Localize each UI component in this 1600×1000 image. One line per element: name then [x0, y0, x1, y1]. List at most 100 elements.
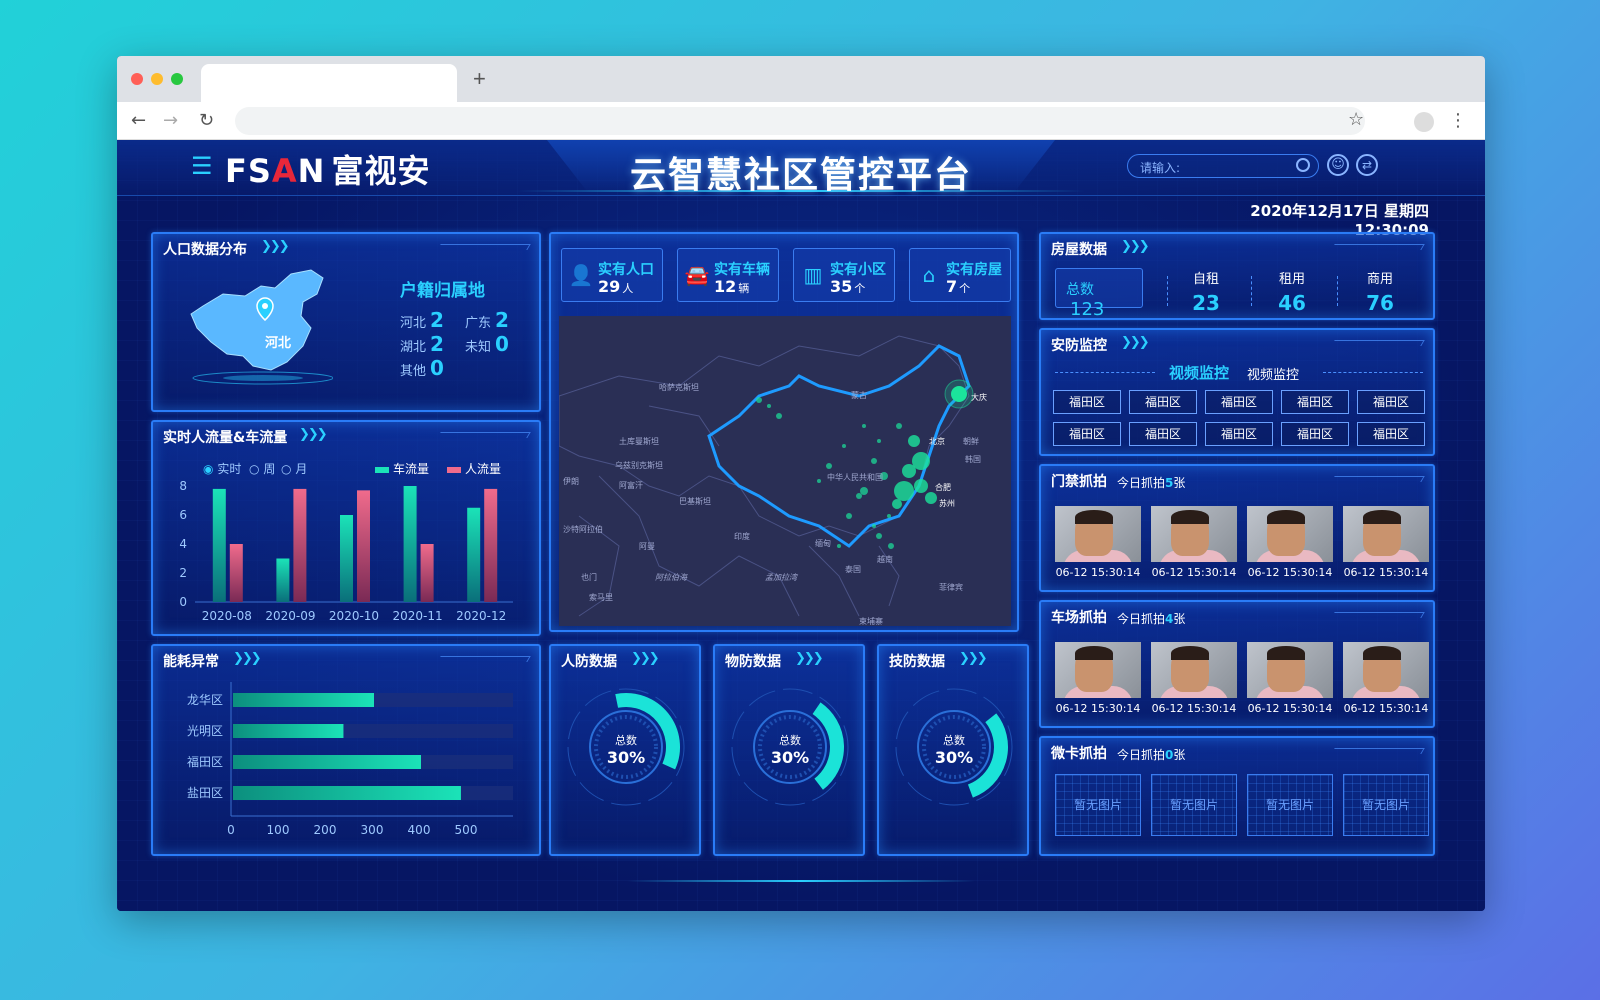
logo-cn-name: 富视安	[331, 152, 431, 190]
stat-number: 29	[598, 277, 621, 296]
map-region-label: 河北	[265, 336, 292, 351]
asia-map[interactable]: 哈萨克斯坦 蒙古 大庆 中华人民共和国 土库曼斯坦 伊朗 阿富汗 巴基斯坦 印度…	[559, 316, 1011, 626]
radio-month[interactable]: ○ 月	[281, 460, 307, 477]
flow-bar-chart: 0 2 4 6 8 2020-08 2020-09 2020-10 2020-11 2020-12	[179, 479, 513, 623]
y-tick-label: 8	[179, 479, 187, 493]
region-button[interactable]: 福田区	[1281, 422, 1349, 446]
gauge-panel: 技防数据 ❯❯❯ 总数 30%	[877, 644, 1029, 856]
huji-label: 未知	[465, 340, 492, 355]
back-arrow-icon[interactable]: ←	[131, 110, 146, 131]
gauge: 总数 30%	[561, 682, 691, 812]
user-icon[interactable]: ☺	[1327, 154, 1349, 176]
new-tab-button[interactable]: +	[473, 66, 486, 92]
chevrons-icon: ❯❯❯	[233, 651, 262, 666]
dashboard: ☰ FSAN 富视安 云智慧社区管控平台 请输入: ☺ ⇄ 2020年12月17日…	[117, 140, 1485, 911]
china-map-icon[interactable]	[183, 266, 333, 386]
capture-photo[interactable]	[1343, 642, 1429, 698]
capture-time: 06-12 15:30:14	[1343, 566, 1429, 579]
radio-realtime[interactable]: ◉ 实时	[203, 460, 241, 477]
browser-tab[interactable]	[201, 64, 457, 102]
y-tick-label: 0	[179, 595, 187, 609]
region-button[interactable]: 福田区	[1205, 422, 1273, 446]
menu-list-icon[interactable]: ☰	[191, 152, 213, 180]
house-panel: 房屋数据 ❯❯❯ 总数123 自租 23 租用 46 商用 76	[1039, 232, 1435, 320]
region-button[interactable]: 福田区	[1357, 390, 1425, 414]
region-button[interactable]: 福田区	[1129, 422, 1197, 446]
logo-text-n: N	[297, 152, 326, 190]
stat-unit: 个	[854, 282, 866, 295]
stat-houses[interactable]: ⌂ 实有房屋 7个	[909, 248, 1011, 302]
house-col: 租用 46	[1257, 268, 1327, 315]
stat-label: 实有车辆	[714, 262, 770, 278]
close-window-button[interactable]	[131, 73, 143, 85]
stat-population[interactable]: 👤 实有人口 29 人	[561, 248, 663, 302]
footer-glow-line	[627, 880, 975, 882]
maximize-window-button[interactable]	[171, 73, 183, 85]
stat-unit: 辆	[738, 282, 750, 295]
region-button[interactable]: 福田区	[1129, 390, 1197, 414]
house-col-label: 商用	[1366, 272, 1393, 287]
capture-photo[interactable]	[1055, 642, 1141, 698]
capture-count-suffix: 张	[1173, 476, 1186, 490]
corner-deco	[1331, 244, 1425, 250]
x-tick-label: 100	[267, 823, 290, 837]
search-input[interactable]: 请输入:	[1127, 154, 1319, 178]
huji-label: 广东	[465, 316, 492, 331]
address-bar[interactable]	[235, 107, 1365, 135]
capture-photo[interactable]	[1055, 506, 1141, 562]
house-col-value: 46	[1278, 291, 1306, 315]
radio-label: 周	[263, 462, 276, 476]
y-tick-label: 福田区	[187, 754, 223, 769]
region-button[interactable]: 福田区	[1357, 422, 1425, 446]
population-panel: 人口数据分布 ❯❯❯ 河北 户籍归属地 河北 2 广东 2 湖北 2 未知 0 其他 0	[151, 232, 541, 412]
flow-panel: 实时人流量&车流量 ❯❯❯ ◉ 实时 ○ 周 ○ 月 车流量 人流量 0 2 4 6 8…	[151, 420, 541, 636]
capture-photo[interactable]	[1247, 506, 1333, 562]
gauge-label: 总数	[779, 734, 801, 747]
stat-value: 12 辆	[714, 277, 749, 296]
radio-unchecked-icon: ○	[249, 462, 260, 476]
stat-vehicles[interactable]: 🚘 实有车辆 12 辆	[677, 248, 779, 302]
y-tick-label: 龙华区	[187, 693, 223, 707]
map-label: 北京	[929, 437, 945, 446]
gauge: 总数 30%	[889, 682, 1019, 812]
reload-icon[interactable]: ↻	[199, 110, 214, 131]
region-button[interactable]: 福田区	[1205, 390, 1273, 414]
stat-value: 35 个	[830, 277, 865, 296]
panel-title: 车场抓拍	[1051, 610, 1107, 626]
map-label: 泰国	[845, 565, 861, 574]
search-placeholder: 请输入:	[1140, 161, 1181, 175]
huji-label: 湖北	[400, 340, 427, 355]
stat-communities[interactable]: ▥ 实有小区 35 个	[793, 248, 895, 302]
region-button[interactable]: 福田区	[1053, 422, 1121, 446]
map-label: 中华人民共和国	[827, 473, 883, 482]
y-tick-label: 光明区	[187, 724, 223, 738]
capture-photo[interactable]	[1247, 642, 1333, 698]
gauge-percent: 30%	[770, 748, 810, 767]
panel-title: 技防数据	[889, 654, 945, 670]
map-label: 也门	[581, 573, 597, 582]
separator	[1167, 276, 1168, 306]
bookmark-star-icon[interactable]: ☆	[1348, 109, 1364, 130]
profile-avatar[interactable]	[1414, 112, 1434, 132]
capture-photo[interactable]	[1151, 506, 1237, 562]
region-button[interactable]: 福田区	[1053, 390, 1121, 414]
search-icon[interactable]	[1296, 158, 1310, 172]
legend-swatch	[375, 466, 389, 473]
map-label: 印度	[734, 532, 750, 541]
menu-kebab-icon[interactable]: ⋮	[1449, 110, 1467, 131]
capture-photo[interactable]	[1343, 506, 1429, 562]
region-button[interactable]: 福田区	[1281, 390, 1349, 414]
radio-unchecked-icon: ○	[281, 462, 292, 476]
corner-deco	[1331, 476, 1425, 482]
switch-icon[interactable]: ⇄	[1356, 154, 1378, 176]
capture-photo[interactable]	[1151, 642, 1237, 698]
logo-text-fs: FS	[225, 152, 272, 190]
forward-arrow-icon[interactable]: →	[163, 110, 178, 131]
huji-value: 2	[495, 308, 509, 332]
minimize-window-button[interactable]	[151, 73, 163, 85]
map-label: 柬埔寨	[859, 617, 883, 626]
bar-energy	[233, 786, 461, 800]
no-image-placeholder: 暂无图片	[1055, 774, 1141, 836]
house-col-value: 76	[1366, 291, 1394, 315]
radio-week[interactable]: ○ 周	[249, 460, 275, 477]
